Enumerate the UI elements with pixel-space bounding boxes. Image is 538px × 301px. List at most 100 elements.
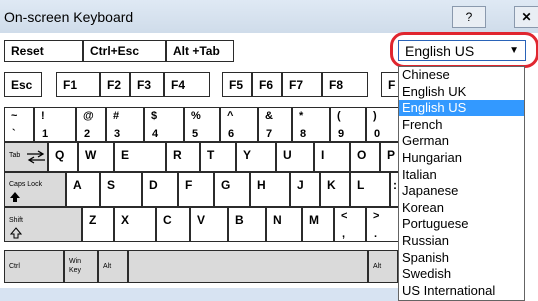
key-9[interactable]: (9 [330, 107, 366, 142]
f7-key[interactable]: F7 [282, 72, 322, 97]
key-7[interactable]: & 7 [258, 107, 292, 142]
key-4-lower: 4 [152, 128, 159, 140]
key-z[interactable]: Z [82, 207, 114, 242]
key-g[interactable]: G [214, 172, 250, 207]
key-6[interactable]: ^ 6 [220, 107, 258, 142]
key-f[interactable]: F [178, 172, 214, 207]
space-bar[interactable] [128, 250, 368, 283]
title-bar: On-screen Keyboard ? ✕ [0, 0, 538, 33]
language-option[interactable]: Spanish [399, 250, 524, 266]
f3-key[interactable]: F3 [130, 72, 164, 97]
less-than-key[interactable]: <, [334, 207, 366, 242]
key-a[interactable]: A [66, 172, 100, 207]
key-0[interactable]: ) 0 [366, 107, 400, 142]
key-x[interactable]: X [114, 207, 156, 242]
key-m[interactable]: M [302, 207, 334, 242]
key-2[interactable]: @2 [76, 107, 106, 142]
key-a-label: A [73, 178, 82, 192]
key-l-label: L [357, 178, 365, 192]
key-5[interactable]: % 5 [184, 107, 220, 142]
f4-key[interactable]: F4 [164, 72, 210, 97]
key-c-label: C [163, 213, 172, 227]
win-key[interactable]: Win Key [64, 250, 98, 283]
language-option[interactable]: Portuguese [399, 216, 524, 232]
f8-key[interactable]: F8 [322, 72, 368, 97]
key-w[interactable]: W [78, 142, 114, 172]
f2-key[interactable]: F2 [100, 72, 130, 97]
ctrl-esc-key[interactable]: Ctrl+Esc [83, 40, 166, 62]
tilde-key-upper: ~ [11, 110, 18, 122]
key-1[interactable]: ! 1 [34, 107, 76, 142]
language-dropdown-list[interactable]: Chinese English UK English US French German H… [398, 66, 525, 301]
key-0-lower: 0 [374, 128, 381, 140]
caps-lock-key[interactable]: Caps Lock [4, 172, 66, 207]
shift-key[interactable]: Shift [4, 207, 82, 242]
key-c[interactable]: C [156, 207, 190, 242]
close-button[interactable]: ✕ [514, 6, 538, 28]
alt-key[interactable]: Alt [98, 250, 128, 283]
reset-key[interactable]: Reset [4, 40, 83, 62]
semicolon-key-label: : [393, 178, 397, 192]
key-b[interactable]: B [228, 207, 266, 242]
esc-key[interactable]: Esc [4, 72, 42, 97]
f1-key[interactable]: F1 [56, 72, 100, 97]
key-8[interactable]: * 8 [292, 107, 330, 142]
ctrl-esc-key-label: Ctrl+Esc [90, 44, 140, 58]
f2-key-label: F2 [107, 78, 122, 92]
language-option[interactable]: Japanese [399, 183, 524, 199]
language-option[interactable]: US International [399, 283, 524, 299]
f6-key-label: F6 [259, 78, 274, 92]
key-q[interactable]: Q [48, 142, 78, 172]
language-option[interactable]: Italian [399, 167, 524, 183]
key-d[interactable]: D [142, 172, 178, 207]
key-4[interactable]: $4 [144, 107, 184, 142]
key-k[interactable]: K [320, 172, 350, 207]
language-option[interactable]: English UK [399, 84, 524, 100]
key-s-label: S [107, 178, 116, 192]
key-e[interactable]: E [114, 142, 166, 172]
key-v-label: V [197, 213, 206, 227]
help-button[interactable]: ? [452, 6, 486, 28]
key-f-label: F [185, 178, 193, 192]
key-s[interactable]: S [100, 172, 142, 207]
f6-key[interactable]: F6 [252, 72, 282, 97]
f1-key-label: F1 [63, 78, 78, 92]
key-t[interactable]: T [200, 142, 236, 172]
tilde-key[interactable]: ~ ` [4, 107, 34, 142]
key-l[interactable]: L [350, 172, 390, 207]
language-option[interactable]: German [399, 133, 524, 149]
alt-right-key[interactable]: Alt [368, 250, 398, 283]
key-i[interactable]: I [314, 142, 350, 172]
alt-tab-key[interactable]: Alt +Tab [166, 40, 234, 62]
language-option[interactable]: Hungarian [399, 150, 524, 166]
key-p[interactable]: P [380, 142, 400, 172]
f8-key-label: F8 [329, 78, 344, 92]
key-o[interactable]: O [350, 142, 380, 172]
f5-key[interactable]: F5 [222, 72, 252, 97]
language-option[interactable]: Swedish [399, 266, 524, 282]
key-r[interactable]: R [166, 142, 200, 172]
key-n[interactable]: N [266, 207, 302, 242]
key-j[interactable]: J [290, 172, 320, 207]
key-3[interactable]: #3 [106, 107, 144, 142]
language-option[interactable]: Russian [399, 233, 524, 249]
tab-key[interactable]: Tab [4, 142, 48, 172]
key-y[interactable]: Y [236, 142, 276, 172]
greater-than-key[interactable]: >. [366, 207, 400, 242]
language-option[interactable]: French [399, 117, 524, 133]
shift-key-label: Shift [9, 217, 24, 224]
key-9-upper: ( [337, 110, 341, 122]
language-option[interactable]: Chinese [399, 67, 524, 83]
less-than-key-lower: , [342, 228, 346, 240]
language-option[interactable]: English US [399, 100, 524, 117]
ctrl-key[interactable]: Ctrl [4, 250, 64, 283]
key-h[interactable]: H [250, 172, 290, 207]
key-v[interactable]: V [190, 207, 228, 242]
f3-key-label: F3 [137, 78, 152, 92]
tilde-key-lower: ` [12, 128, 16, 140]
language-option[interactable]: Korean [399, 200, 524, 216]
greater-than-key-lower: . [374, 228, 378, 240]
caps-arrow-icon [10, 192, 20, 202]
key-u[interactable]: U [276, 142, 314, 172]
key-t-label: T [207, 148, 215, 162]
